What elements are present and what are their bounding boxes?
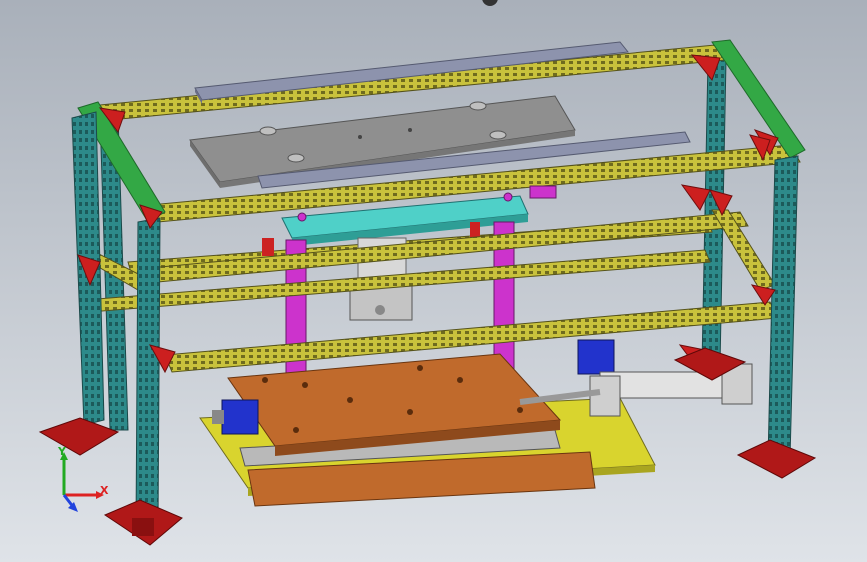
cad-viewport[interactable]: X Y bbox=[0, 0, 867, 562]
red-stop-right bbox=[470, 222, 480, 238]
right-motor bbox=[577, 339, 615, 375]
front-left-post bbox=[135, 217, 161, 529]
x-axis-label: X bbox=[100, 484, 109, 497]
y-axis-label: Y bbox=[57, 445, 67, 458]
red-stop-left bbox=[262, 238, 274, 256]
fitting bbox=[529, 185, 557, 199]
model-render: X Y bbox=[0, 0, 867, 562]
